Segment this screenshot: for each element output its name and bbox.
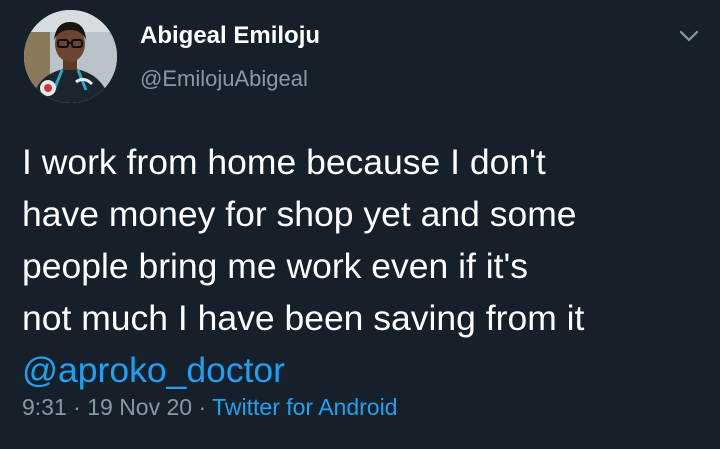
tweet-text: I work from home because I don't have mo…: [22, 136, 702, 396]
tweet-meta: 9:31 · 19 Nov 20 · Twitter for Android: [22, 394, 397, 421]
tweet-time[interactable]: 9:31: [22, 394, 67, 420]
meta-separator: ·: [198, 394, 207, 420]
tweet-date[interactable]: 19 Nov 20: [87, 394, 192, 420]
avatar-image: [24, 10, 117, 103]
tweet-card: Abigeal Emiloju @EmilojuAbigeal I work f…: [0, 0, 720, 449]
tweet-text-line: people bring me work even if it's: [22, 246, 528, 286]
tweet-text-line: I work from home because I don't: [22, 142, 546, 182]
tweet-text-line: not much I have been saving from it: [22, 298, 585, 338]
tweet-source-link[interactable]: Twitter for Android: [212, 394, 397, 420]
chevron-down-icon[interactable]: [677, 27, 701, 45]
tweet-text-line: @aproko_doctor: [22, 344, 702, 396]
display-name[interactable]: Abigeal Emiloju: [140, 22, 320, 50]
mention-link[interactable]: @aproko_doctor: [22, 350, 285, 390]
tweet-text-line: have money for shop yet and some: [22, 194, 577, 234]
meta-separator: ·: [73, 394, 81, 420]
chevron-down-icon-glyph: [679, 30, 699, 42]
username-handle[interactable]: @EmilojuAbigeal: [140, 66, 308, 92]
avatar[interactable]: [24, 10, 117, 103]
